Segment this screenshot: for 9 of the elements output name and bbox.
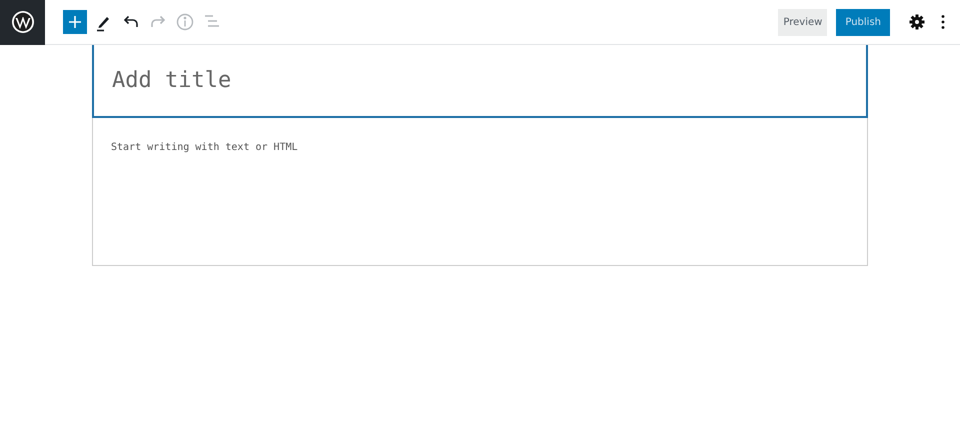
wordpress-logo-icon[interactable]	[0, 0, 45, 44]
settings-icon[interactable]	[908, 13, 926, 31]
more-options-icon[interactable]	[940, 14, 946, 30]
plus-icon	[69, 16, 81, 28]
publish-button[interactable]: Publish	[836, 8, 890, 36]
content-field[interactable]: Start writing with text or HTML	[92, 118, 868, 266]
preview-button[interactable]: Preview	[778, 8, 828, 36]
add-block-button[interactable]	[63, 10, 87, 34]
title-field[interactable]: Add title	[92, 45, 868, 118]
